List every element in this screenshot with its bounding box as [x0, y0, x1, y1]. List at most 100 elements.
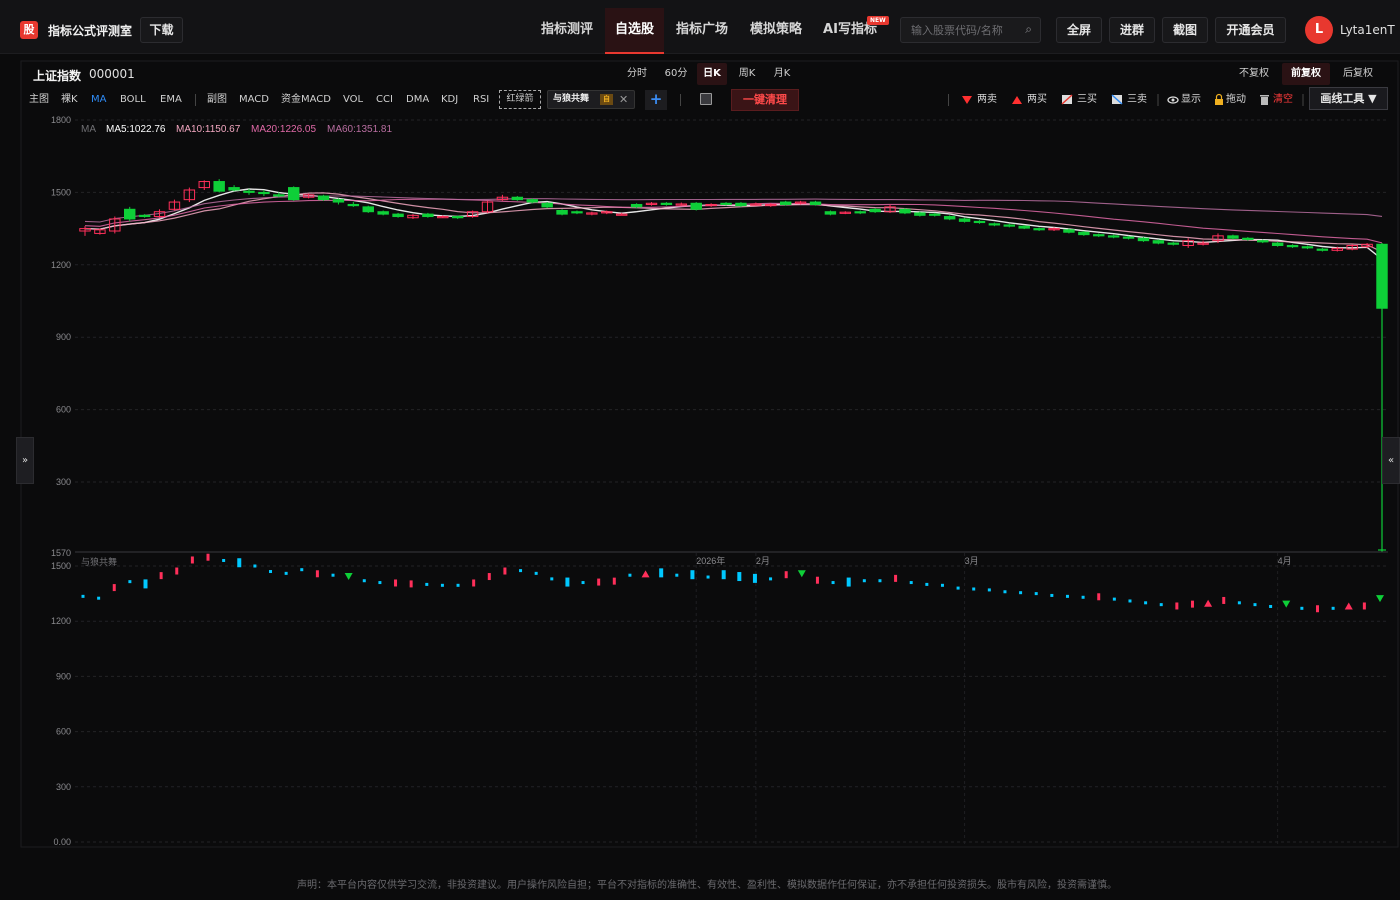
y-tick-label: 600 [56, 405, 71, 415]
candle-body [1167, 242, 1180, 245]
candle-body [213, 181, 225, 192]
signal-bar [597, 578, 601, 586]
candle-body [526, 199, 538, 203]
candle-body [273, 194, 285, 197]
signal-dot [1019, 591, 1023, 595]
signal-down-arrow [1282, 600, 1291, 608]
signal-bar [612, 577, 616, 585]
signal-dot [1065, 594, 1069, 598]
signal-bar [175, 567, 179, 575]
signal-dot [81, 594, 85, 598]
signal-dot [1331, 606, 1335, 610]
signal-dot [1081, 595, 1085, 599]
y-tick-label: 600 [56, 727, 71, 737]
signal-dot [1128, 599, 1132, 603]
candle-body [258, 191, 270, 195]
y-tick-label: 1570 [51, 548, 71, 558]
candle-body [228, 187, 240, 191]
signal-down-arrow [1376, 595, 1384, 603]
signal-dot [1253, 603, 1257, 607]
signal-dot [97, 596, 101, 600]
candle-body [243, 190, 255, 193]
signal-bar [737, 572, 742, 582]
signal-dot [1300, 606, 1304, 610]
signal-bar [815, 576, 819, 584]
signal-dot [362, 579, 366, 583]
expand-right-button[interactable]: « [1382, 437, 1400, 484]
candle-body [1316, 248, 1329, 251]
candle-body [899, 208, 911, 214]
signal-dot [1237, 601, 1241, 605]
candle-body [809, 201, 822, 205]
signal-up-arrow [1204, 599, 1213, 607]
y-tick-label: 300 [56, 477, 71, 487]
kline-chart[interactable]: 1800 1500 1200 900 600 300 1570 1500 1200 900 600… [0, 0, 1400, 900]
signal-bar [894, 574, 898, 582]
candle-body [347, 203, 360, 207]
signal-bar [659, 568, 664, 578]
signal-marks [81, 553, 1384, 613]
candle-body [1003, 224, 1016, 227]
ma-lines [84, 188, 1383, 260]
candle-body [630, 203, 643, 208]
sub-x-axis: 2026年 2月 3月 4月 [696, 555, 1291, 566]
candle-body [1137, 237, 1150, 242]
signal-bar [690, 570, 695, 580]
candle-body [377, 211, 389, 215]
y-tick-label: 300 [56, 782, 71, 792]
candle-body [943, 216, 956, 220]
signal-dot [222, 558, 226, 562]
signal-dot [1159, 603, 1163, 607]
candle-body [1152, 240, 1165, 244]
signal-bar [1097, 593, 1101, 601]
signal-dot [456, 583, 460, 587]
signal-bar [409, 580, 413, 588]
signal-dot [831, 581, 835, 585]
signal-dot [284, 571, 288, 575]
y-tick-label: 1800 [51, 115, 71, 125]
signal-dot [300, 568, 304, 572]
signal-dot [425, 582, 429, 586]
candle-body [1018, 225, 1030, 229]
candle-body [869, 208, 881, 213]
expand-left-button[interactable]: » [16, 437, 34, 484]
candles [79, 179, 1388, 552]
signal-dot [519, 569, 523, 573]
signal-bar [315, 570, 319, 578]
signal-bar [394, 579, 398, 587]
signal-dot [706, 575, 710, 579]
signal-bar [143, 579, 148, 589]
candle-body [973, 220, 986, 224]
candle-body [1107, 235, 1120, 238]
signal-up-arrow [641, 570, 650, 578]
signal-dot [331, 573, 335, 577]
candle-body [1301, 246, 1314, 249]
signal-dot [534, 571, 538, 575]
candle-body [511, 196, 524, 201]
candle-body [1063, 229, 1075, 233]
signal-bar [206, 553, 210, 561]
signal-bar [112, 584, 116, 592]
candle-body [929, 213, 941, 216]
signal-dot [1034, 592, 1038, 596]
signal-bar [487, 573, 491, 581]
signal-dot [956, 586, 960, 590]
candle-body [556, 210, 568, 215]
ma5-value: MA5:1022.76 [106, 124, 166, 135]
signal-bar [237, 558, 242, 568]
y-tick-label: 1200 [51, 616, 71, 626]
y-tick-label: 1200 [51, 260, 71, 270]
candle-body [1093, 234, 1105, 237]
signal-dot [628, 573, 632, 577]
sub-y-axis: 1570 1500 1200 900 600 300 0.00 [51, 548, 71, 847]
ma60-value: MA60:1351.81 [327, 124, 392, 135]
signal-dot [1003, 590, 1007, 594]
signal-dot [440, 583, 444, 587]
signal-dot [269, 570, 273, 574]
candle-body [914, 212, 926, 216]
signal-down-arrow [797, 570, 806, 578]
y-tick-label: 1500 [51, 187, 71, 197]
ma20-value: MA20:1226.05 [251, 124, 316, 135]
candle-body [1286, 244, 1299, 248]
candle-body [541, 202, 553, 208]
